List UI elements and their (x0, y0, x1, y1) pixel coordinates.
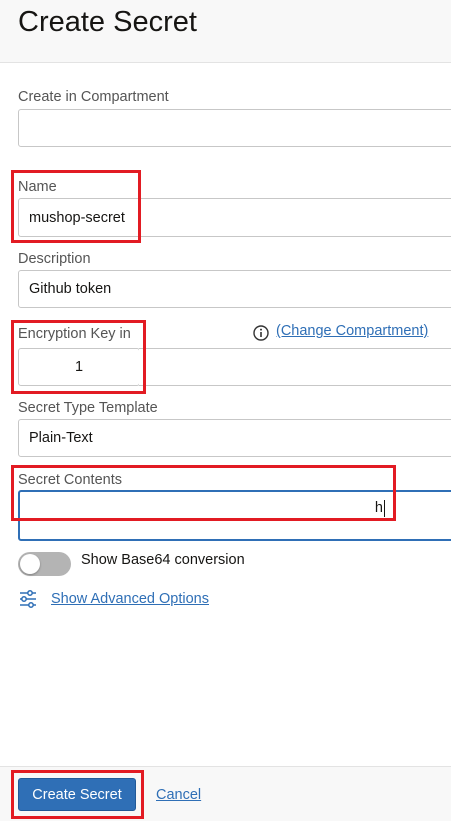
encryption-key-label: Encryption Key in (18, 326, 131, 342)
secret-contents-label: Secret Contents (18, 472, 122, 488)
name-input[interactable]: mushop-secret (18, 198, 451, 237)
encryption-key-select[interactable]: 1 (18, 348, 140, 386)
sliders-icon[interactable] (18, 589, 38, 609)
page-title: Create Secret (18, 6, 197, 38)
secret-type-label: Secret Type Template (18, 400, 158, 416)
secret-contents-text: h (374, 500, 383, 516)
show-advanced-options-link[interactable]: Show Advanced Options (51, 591, 209, 607)
secret-type-select[interactable]: Plain-Text (18, 419, 451, 457)
description-label: Description (18, 251, 91, 267)
base64-toggle-label: Show Base64 conversion (81, 552, 245, 568)
cancel-link[interactable]: Cancel (156, 787, 201, 803)
description-input[interactable]: Github token (18, 270, 451, 308)
create-secret-button[interactable]: Create Secret (18, 778, 136, 811)
panel-header: Create Secret (0, 0, 451, 63)
secret-contents-textarea[interactable]: h (18, 490, 451, 541)
compartment-label: Create in Compartment (18, 89, 169, 105)
compartment-select[interactable] (18, 109, 451, 147)
name-label: Name (18, 179, 57, 195)
base64-toggle[interactable] (18, 552, 71, 576)
info-circle-icon[interactable] (253, 325, 269, 341)
encryption-key-select-extension[interactable] (139, 348, 451, 386)
change-compartment-link[interactable]: (Change Compartment) (276, 323, 428, 339)
text-caret (384, 500, 385, 517)
toggle-knob (20, 554, 40, 574)
